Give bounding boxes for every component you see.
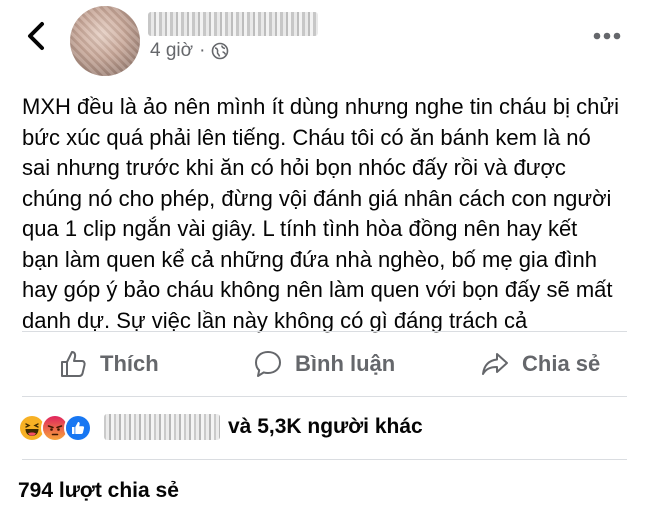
reaction-icons[interactable]: [18, 412, 92, 444]
chevron-left-icon: [28, 22, 44, 50]
comment-button[interactable]: Bình luận: [253, 344, 395, 384]
share-button[interactable]: Chia sẻ: [480, 344, 600, 384]
avatar[interactable]: [70, 6, 140, 76]
post-text: MXH đều là ảo nên mình ít dùng nhưng ngh…: [22, 94, 619, 333]
like-label: Thích: [100, 351, 159, 376]
author-name-blurred[interactable]: [148, 12, 318, 36]
comment-bubble-icon: [255, 351, 281, 377]
action-bar: Thích Bình luận Chia sẻ: [0, 336, 645, 392]
comment-label: Bình luận: [295, 351, 396, 376]
post-meta: 4 giờ ·: [150, 40, 229, 62]
like-button[interactable]: Thích: [58, 344, 159, 384]
share-count[interactable]: 794 lượt chia sẻ: [18, 478, 179, 504]
share-arrow-icon: [482, 353, 508, 375]
reactor-name-blurred[interactable]: [104, 414, 220, 440]
divider-middle: [22, 396, 627, 397]
back-button[interactable]: [22, 20, 50, 52]
globe-icon[interactable]: [211, 42, 229, 60]
divider-top: [22, 331, 627, 332]
like-icon: [64, 414, 92, 442]
divider-bottom: [22, 459, 627, 460]
more-options-button[interactable]: [590, 24, 624, 48]
post-time[interactable]: 4 giờ: [150, 40, 193, 62]
more-dots-icon: [593, 32, 621, 40]
share-label: Chia sẻ: [522, 351, 601, 376]
thumbs-up-icon: [61, 351, 86, 377]
meta-separator: ·: [199, 40, 206, 61]
post-header: 4 giờ ·: [0, 0, 645, 80]
reaction-summary[interactable]: và 5,3K người khác: [228, 414, 423, 440]
